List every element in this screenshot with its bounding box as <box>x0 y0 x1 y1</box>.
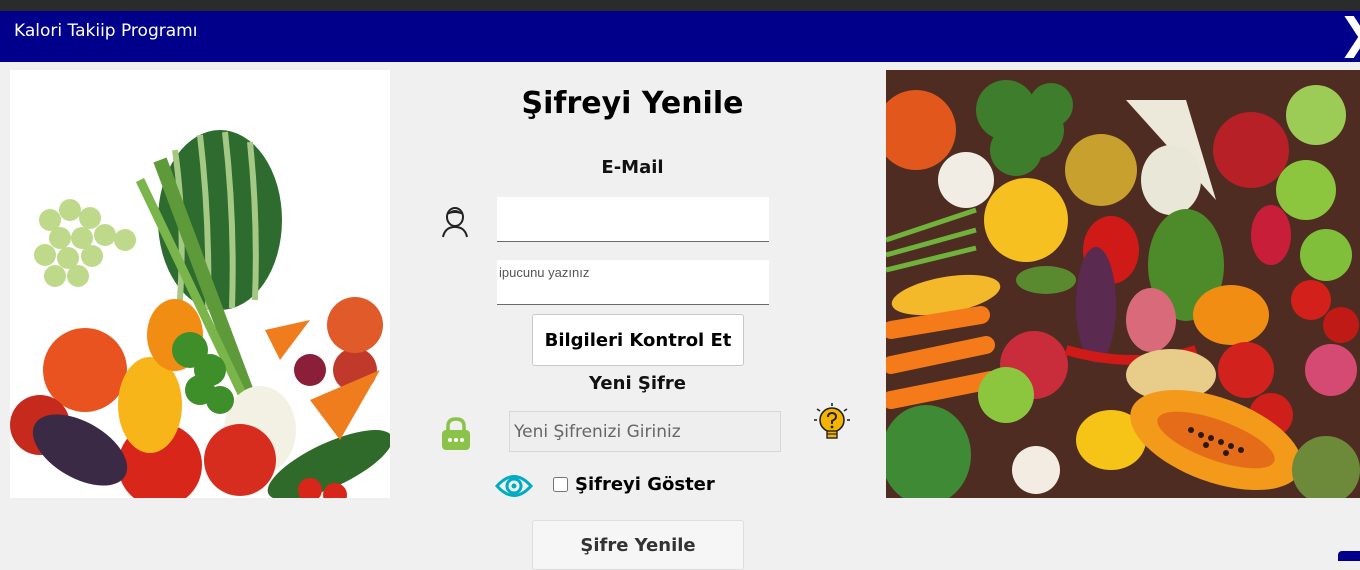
vegetables-image-left <box>10 70 390 498</box>
lightbulb-question-icon[interactable] <box>813 402 851 446</box>
show-password-label[interactable]: Şifreyi Göster <box>575 474 715 495</box>
email-field[interactable] <box>497 197 769 242</box>
corner-tab <box>1338 551 1360 561</box>
lock-icon <box>440 416 472 456</box>
form-heading: Şifreyi Yenile <box>521 86 744 121</box>
new-password-label: Yeni Şifre <box>589 373 686 394</box>
email-label: E-Mail <box>601 157 664 178</box>
eye-icon[interactable] <box>494 471 534 505</box>
hint-field[interactable] <box>497 260 769 305</box>
show-password-checkbox[interactable] <box>553 477 568 492</box>
close-button[interactable]: ❯ <box>1338 12 1360 60</box>
vegetables-image-right <box>886 70 1360 498</box>
window-title: Kalori Takiip Programı <box>14 21 198 41</box>
top-strip <box>0 0 1360 11</box>
new-password-field[interactable] <box>509 411 781 452</box>
user-icon <box>440 205 470 243</box>
check-info-button[interactable]: Bilgileri Kontrol Et <box>532 314 744 366</box>
reset-password-button[interactable]: Şifre Yenile <box>532 520 744 570</box>
title-bar <box>0 11 1360 62</box>
